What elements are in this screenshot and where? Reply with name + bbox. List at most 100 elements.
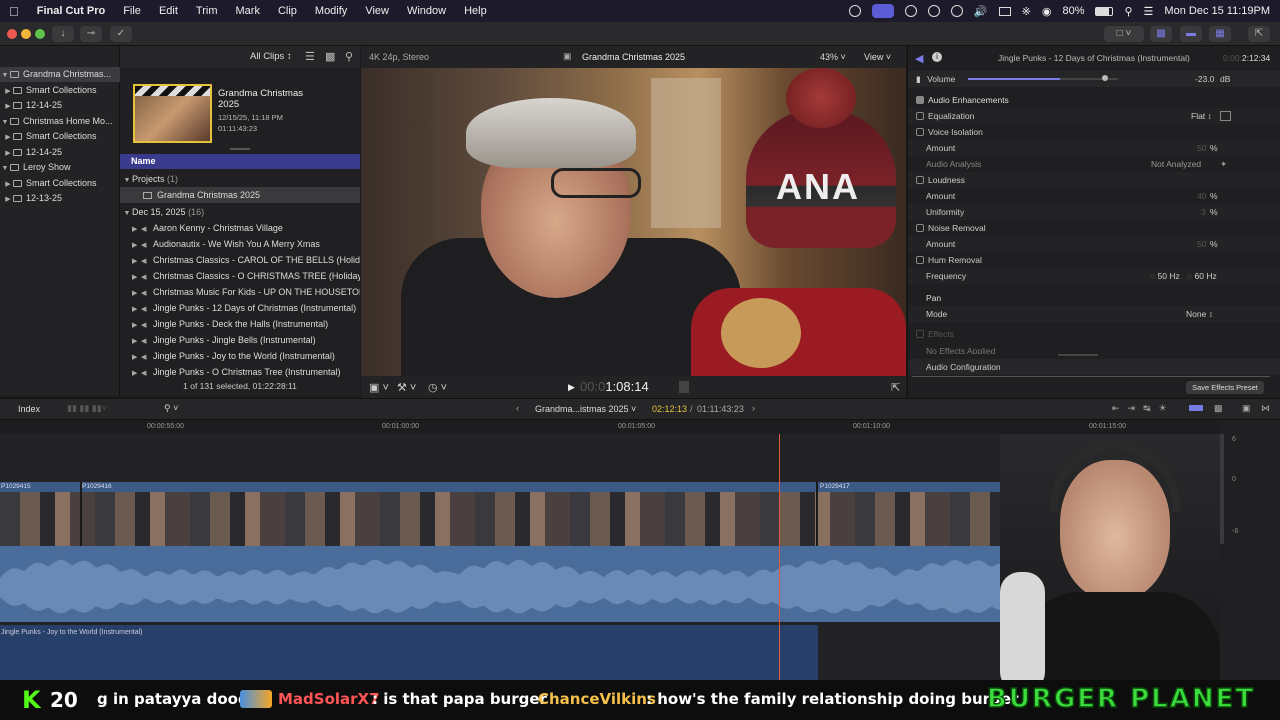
disclosure-icon[interactable]: ▶ xyxy=(3,177,13,191)
battery-icon[interactable] xyxy=(1095,6,1114,16)
clip-row[interactable]: ▶ ◀ Christmas Music For Kids - UP ON THE H… xyxy=(120,284,360,300)
library-item[interactable]: ▼ Grandma Christmas... xyxy=(0,67,120,82)
audio-inspector-tab[interactable]: ◀ xyxy=(915,52,923,65)
transform-icon[interactable]: ▣ ˅ xyxy=(369,381,389,394)
fullscreen-button[interactable]: ⇱ xyxy=(1248,26,1270,42)
clip-row[interactable]: ▶ ◀ Jingle Punks - O Christmas Tree (Instr… xyxy=(120,364,360,380)
clip-row[interactable]: ▶ ◀ Audionautix - We Wish You A Merry Xmas xyxy=(120,236,360,252)
menu-mark[interactable]: Mark xyxy=(227,5,269,17)
zoom-dropdown[interactable]: 43% ˅ xyxy=(820,52,846,62)
clip-row[interactable]: ▶ ◀ Christmas Classics - CAROL OF THE BELL… xyxy=(120,252,360,268)
control-icon[interactable] xyxy=(848,5,861,17)
disclosure-icon[interactable]: ▼ xyxy=(0,161,10,175)
uniformity-value[interactable]: 3 xyxy=(1201,204,1206,220)
library-item[interactable]: ▶ 12-14-25 xyxy=(0,98,120,113)
disclosure-icon[interactable]: ▶ xyxy=(132,350,141,364)
scroll-indicator[interactable] xyxy=(1058,354,1098,356)
mode-dropdown[interactable]: None ↕ xyxy=(1186,306,1213,322)
snapping-icon[interactable]: ▣ xyxy=(1242,403,1251,414)
disclosure-icon[interactable]: ▶ xyxy=(132,318,141,332)
disclosure-icon[interactable]: ▶ xyxy=(132,254,141,268)
effects-header[interactable]: Effects xyxy=(908,326,1280,342)
clip-row[interactable]: ▶ ◀ Christmas Classics - O CHRISTMAS TREE … xyxy=(120,268,360,284)
skimming-icon[interactable]: ⋈ xyxy=(1261,403,1270,414)
minimize-window-button[interactable] xyxy=(21,29,31,39)
search-icon[interactable]: ⚲ xyxy=(1124,5,1132,18)
volume-slider[interactable] xyxy=(968,75,1118,81)
play-icon[interactable] xyxy=(950,5,963,17)
disclosure-icon[interactable]: ▼ xyxy=(0,115,10,129)
scroll-indicator[interactable] xyxy=(230,148,250,150)
noise-removal-checkbox[interactable] xyxy=(916,224,924,232)
loudness-checkbox[interactable] xyxy=(916,176,924,184)
keyword-button[interactable]: ⊸ xyxy=(80,26,102,42)
control-center-icon[interactable]: ☰ xyxy=(1144,5,1154,18)
freq-50-radio[interactable]: ○ 50 Hz xyxy=(1150,268,1180,284)
hum-removal-checkbox[interactable] xyxy=(916,256,924,264)
library-item[interactable]: ▼ Leroy Show xyxy=(0,160,120,175)
list-view-icon[interactable]: ☰ xyxy=(305,50,315,63)
disclosure-icon[interactable]: ▶ xyxy=(3,146,13,160)
library-item[interactable]: ▶ Smart Collections xyxy=(0,176,120,191)
library-item[interactable]: ▶ Smart Collections xyxy=(0,83,120,98)
trim-tool-icon[interactable]: ⚒ ˅ xyxy=(397,381,416,394)
share-button[interactable]: □ ˅ xyxy=(1104,26,1144,42)
clip-row[interactable]: ▶ ◀ Jingle Punks - Deck the Halls (Instrum… xyxy=(120,316,360,332)
volume-icon[interactable]: 🔊 xyxy=(974,5,988,18)
display-icon[interactable] xyxy=(998,6,1011,16)
disclosure-icon[interactable]: ▶ xyxy=(3,99,13,113)
clip-row[interactable]: ▶ ◀ Jingle Punks - 12 Days of Christmas (I… xyxy=(120,300,360,316)
menu-edit[interactable]: Edit xyxy=(150,5,187,17)
save-effects-preset-button[interactable]: Save Effects Preset xyxy=(1186,381,1264,394)
loud-amount-value[interactable]: 40 xyxy=(1197,188,1206,204)
disclosure-icon[interactable]: ▼ xyxy=(0,68,10,82)
menu-help[interactable]: Help xyxy=(455,5,496,17)
disclosure-icon[interactable]: ▶ xyxy=(132,222,141,236)
volume-slider-knob[interactable] xyxy=(1102,75,1108,81)
eq-graph-icon[interactable] xyxy=(1220,111,1231,121)
clip-row[interactable]: ▶ ◀ Jingle Punks - Joy to the World (Instr… xyxy=(120,348,360,364)
effects-checkbox[interactable] xyxy=(916,330,924,338)
bluetooth-icon[interactable]: ※ xyxy=(1022,5,1031,18)
timeline-index-button[interactable]: Index xyxy=(18,404,40,414)
menu-app-name[interactable]: Final Cut Pro xyxy=(28,5,114,17)
date-group[interactable]: ▼ Dec 15, 2025 (16) xyxy=(120,204,360,220)
eq-dropdown[interactable]: Flat ↕ xyxy=(1191,108,1212,124)
clip-row[interactable]: ▶ ◀ Jingle Punks - Jingle Bells (Instrumen… xyxy=(120,332,360,348)
weather-icon[interactable] xyxy=(927,5,940,17)
name-column-header[interactable]: Name xyxy=(120,154,360,169)
menu-window[interactable]: Window xyxy=(398,5,455,17)
analyze-icon[interactable]: ✦ xyxy=(1220,156,1227,172)
info-inspector-tab[interactable]: i xyxy=(932,52,942,62)
close-window-button[interactable] xyxy=(7,29,17,39)
disclosure-icon[interactable]: ▶ xyxy=(132,270,141,284)
menu-trim[interactable]: Trim xyxy=(187,5,227,17)
wifi-icon[interactable]: ◉ xyxy=(1042,5,1052,18)
audio-enhancements-header[interactable]: Audio Enhancements xyxy=(908,92,1280,108)
screen-record-icon[interactable] xyxy=(871,4,894,18)
equalization-checkbox[interactable] xyxy=(916,112,924,120)
timeline-right-tools[interactable]: ⇤⇥↹☀ xyxy=(1112,403,1175,414)
disclosure-icon[interactable]: ▶ xyxy=(3,84,13,98)
background-tasks-button[interactable]: ✓ xyxy=(110,26,132,42)
speed-icon[interactable]: ◷ ˅ xyxy=(428,381,447,394)
library-item[interactable]: ▶ 12-13-25 xyxy=(0,191,120,206)
library-item[interactable]: ▼ Christmas Home Mo... xyxy=(0,114,120,129)
disclosure-icon[interactable]: ▶ xyxy=(3,130,13,144)
pan-header[interactable]: Pan xyxy=(908,290,1280,306)
clips-filter-dropdown[interactable]: All Clips ↕ xyxy=(250,51,292,62)
timecode-display[interactable]: 00:01:08:14 xyxy=(580,379,649,394)
noise-amount-value[interactable]: 50 xyxy=(1197,236,1206,252)
disclosure-icon[interactable]: ▶ xyxy=(132,238,141,252)
fullscreen-viewer-icon[interactable]: ⇱ xyxy=(891,381,900,394)
disclosure-icon[interactable]: ▼ xyxy=(122,206,132,220)
disclosure-icon[interactable]: ▶ xyxy=(3,192,13,206)
timeline-toggle-button[interactable]: ▬ xyxy=(1180,26,1202,42)
clip-row[interactable]: ▶ ◀ Aaron Kenny - Christmas Village xyxy=(120,220,360,236)
projects-group[interactable]: ▼ Projects (1) xyxy=(120,171,360,187)
timeline-area[interactable]: P1029415 P1029416 P1029417 Jingle Punks … xyxy=(0,434,1220,680)
clip-appearance-toggle[interactable]: ▩ xyxy=(1214,403,1223,414)
import-button[interactable]: ↓ xyxy=(52,26,74,42)
audio-lanes-icon[interactable] xyxy=(1189,405,1203,411)
clock[interactable]: Mon Dec 15 11:19PM xyxy=(1164,5,1270,17)
